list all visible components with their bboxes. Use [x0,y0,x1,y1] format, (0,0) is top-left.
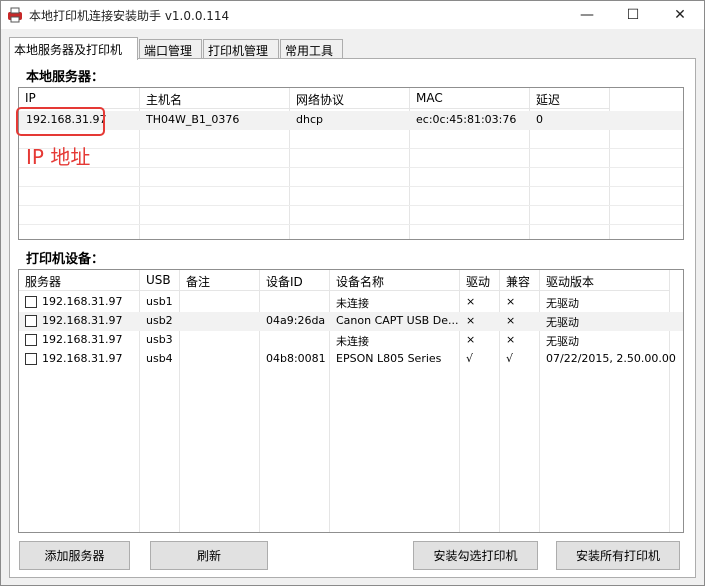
servers-header-ip[interactable]: IP [19,88,140,109]
window-title: 本地打印机连接安装助手 v1.0.0.114 [29,9,230,23]
printer-row-checkbox[interactable] [25,353,37,365]
printers-section-title: 打印机设备： [26,252,105,267]
printer-compat-status: × [506,314,516,327]
app-window: 本地打印机连接安装助手 v1.0.0.114 — ☐ ✕ 本地服务器及打印机 端… [0,0,705,586]
ip-highlight-box [16,107,105,136]
servers-header-latency[interactable]: 延迟 [530,88,610,109]
servers-empty-row [19,168,683,187]
close-button[interactable]: ✕ [657,1,703,29]
printers-header-driver-version[interactable]: 驱动版本 [540,270,670,291]
printer-usb: usb1 [146,295,173,308]
tab-port-management[interactable]: 端口管理 [139,39,202,59]
printer-driver-version: 无驱动 [546,297,579,310]
printer-driver-status: √ [466,352,474,365]
printers-header-note[interactable]: 备注 [180,270,260,291]
printer-row[interactable]: 192.168.31.97 usb4 04b8:0081 EPSON L805 … [19,350,683,369]
servers-grid: IP 主机名 网络协议 MAC 延迟 192.168.31.97 TH04W_B… [18,87,684,240]
servers-row[interactable]: 192.168.31.97 TH04W_B1_0376 dhcp ec:0c:4… [19,111,683,130]
printers-header-driver[interactable]: 驱动 [460,270,500,291]
tab-printer-management[interactable]: 打印机管理 [203,39,279,59]
printer-device-name: EPSON L805 Series [336,352,442,365]
printer-device-id: 04b8:0081 [266,352,326,365]
printer-driver-status: × [466,314,476,327]
printer-usb: usb4 [146,352,173,365]
server-latency: 0 [536,113,543,126]
printer-row[interactable]: 192.168.31.97 usb3 未连接 × × 无驱动 [19,331,683,350]
servers-empty-row [19,206,683,225]
printer-usb: usb3 [146,333,173,346]
printers-header-usb[interactable]: USB [140,270,180,291]
printers-grid: 服务器 USB 备注 设备ID 设备名称 驱动 兼容 驱动版本 192.168.… [18,269,684,533]
printer-driver-version: 无驱动 [546,316,579,329]
servers-empty-row [19,187,683,206]
servers-empty-row [19,149,683,168]
printer-server: 192.168.31.97 [42,333,123,346]
printers-header-server[interactable]: 服务器 [19,270,140,291]
printer-compat-status: × [506,295,516,308]
printers-header-device-id[interactable]: 设备ID [260,270,330,291]
printer-driver-status: × [466,333,476,346]
printer-server: 192.168.31.97 [42,295,123,308]
printer-compat-status: √ [506,352,514,365]
title-bar: 本地打印机连接安装助手 v1.0.0.114 — ☐ ✕ [1,1,704,29]
printer-row-checkbox[interactable] [25,315,37,327]
printer-driver-version: 无驱动 [546,335,579,348]
printer-app-icon [8,7,22,23]
printer-row-checkbox[interactable] [25,334,37,346]
servers-header-protocol[interactable]: 网络协议 [290,88,410,109]
add-server-button[interactable]: 添加服务器 [19,541,130,570]
printer-driver-version: 07/22/2015, 2.50.00.00 [546,352,676,365]
ip-annotation-label: IP 地址 [26,145,91,169]
tab-local-servers-printers[interactable]: 本地服务器及打印机 [9,37,138,60]
printer-row[interactable]: 192.168.31.97 usb2 04a9:26da Canon CAPT … [19,312,683,331]
install-selected-printers-button[interactable]: 安装勾选打印机 [413,541,538,570]
server-mac: ec:0c:45:81:03:76 [416,113,517,126]
printer-usb: usb2 [146,314,173,327]
printer-row-checkbox[interactable] [25,296,37,308]
printer-device-name: 未连接 [336,335,369,348]
tab-common-tools[interactable]: 常用工具 [280,39,343,59]
printer-device-name: 未连接 [336,297,369,310]
printer-device-id: 04a9:26da [266,314,326,327]
printer-driver-status: × [466,295,476,308]
servers-header-mac[interactable]: MAC [410,88,530,109]
install-all-printers-button[interactable]: 安装所有打印机 [556,541,680,570]
maximize-button[interactable]: ☐ [610,1,656,29]
server-protocol: dhcp [296,113,323,126]
servers-empty-row [19,130,683,149]
minimize-button[interactable]: — [564,1,610,29]
printer-row[interactable]: 192.168.31.97 usb1 未连接 × × 无驱动 [19,293,683,312]
printer-device-name: Canon CAPT USB De... [336,314,458,327]
printer-server: 192.168.31.97 [42,352,123,365]
server-hostname: TH04W_B1_0376 [146,113,240,126]
printer-server: 192.168.31.97 [42,314,123,327]
refresh-button[interactable]: 刷新 [150,541,268,570]
printers-header-compat[interactable]: 兼容 [500,270,540,291]
printer-compat-status: × [506,333,516,346]
servers-section-title: 本地服务器： [26,70,105,85]
servers-header-hostname[interactable]: 主机名 [140,88,290,109]
printers-header-device-name[interactable]: 设备名称 [330,270,460,291]
